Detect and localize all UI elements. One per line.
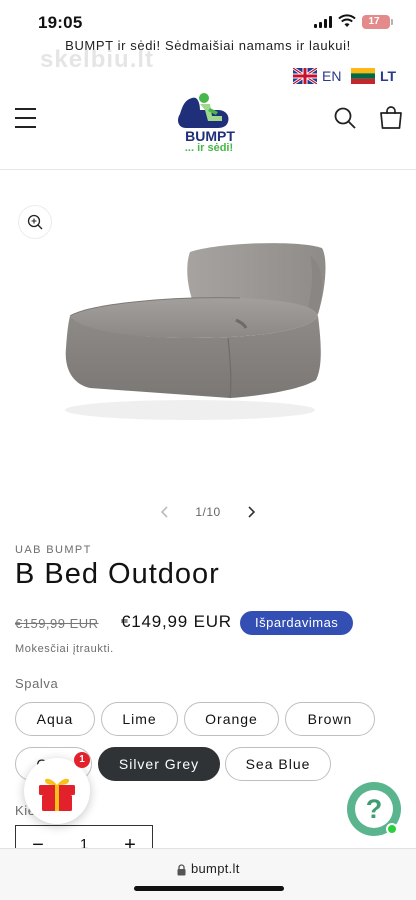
color-option-orange[interactable]: Orange <box>184 702 279 736</box>
logo-mark-icon <box>178 93 229 128</box>
language-switcher: EN LT <box>0 62 416 88</box>
language-en-label: EN <box>322 68 342 84</box>
question-icon: ? <box>355 790 393 828</box>
language-en[interactable]: EN <box>293 66 341 86</box>
online-status-dot <box>386 823 398 835</box>
uk-flag-icon <box>293 68 317 84</box>
menu-icon[interactable] <box>15 108 37 128</box>
chevron-left-icon[interactable] <box>158 505 172 519</box>
sale-badge: Išpardavimas <box>240 611 354 635</box>
battery-icon: 17 <box>362 15 393 29</box>
status-time: 19:05 <box>38 13 83 32</box>
language-lt[interactable]: LT <box>351 66 396 86</box>
search-icon[interactable] <box>333 106 357 130</box>
cart-icon[interactable] <box>378 105 404 131</box>
color-option-lime[interactable]: Lime <box>101 702 178 736</box>
url-text: bumpt.lt <box>191 861 240 876</box>
site-header: BUMPT ... ir sėdi! <box>0 88 416 170</box>
gift-badge: 1 <box>74 752 90 768</box>
product-image[interactable] <box>60 238 330 423</box>
lithuania-flag-icon <box>351 68 375 84</box>
color-option-aqua[interactable]: Aqua <box>15 702 95 736</box>
logo-tagline: ... ir sėdi! <box>184 142 234 154</box>
language-lt-label: LT <box>380 68 397 84</box>
product-vendor: UAB BUMPT <box>15 544 92 556</box>
chevron-right-icon[interactable] <box>244 505 258 519</box>
product-title: B Bed Outdoor <box>15 558 220 590</box>
tax-note: Mokesčiai įtraukti. <box>15 643 114 655</box>
lock-icon <box>177 864 186 876</box>
home-indicator <box>134 886 284 891</box>
color-option-sea-blue[interactable]: Sea Blue <box>225 747 331 781</box>
zoom-icon[interactable] <box>19 206 51 238</box>
wifi-icon <box>338 14 356 27</box>
color-option-silver-grey[interactable]: Silver Grey <box>98 747 220 781</box>
signal-icon <box>314 16 334 28</box>
gallery-pagination: 1/10 <box>150 502 266 524</box>
browser-address-bar[interactable]: bumpt.lt <box>0 848 416 900</box>
price-row: €159,99 EUR €149,99 EUR Išpardavimas <box>15 611 415 637</box>
color-label: Spalva <box>15 676 59 691</box>
battery-level: 17 <box>368 16 380 27</box>
price-sale: €149,99 EUR <box>121 612 232 631</box>
gallery-counter: 1/10 <box>195 505 221 519</box>
price-regular: €159,99 EUR <box>15 616 99 631</box>
color-option-brown[interactable]: Brown <box>285 702 375 736</box>
